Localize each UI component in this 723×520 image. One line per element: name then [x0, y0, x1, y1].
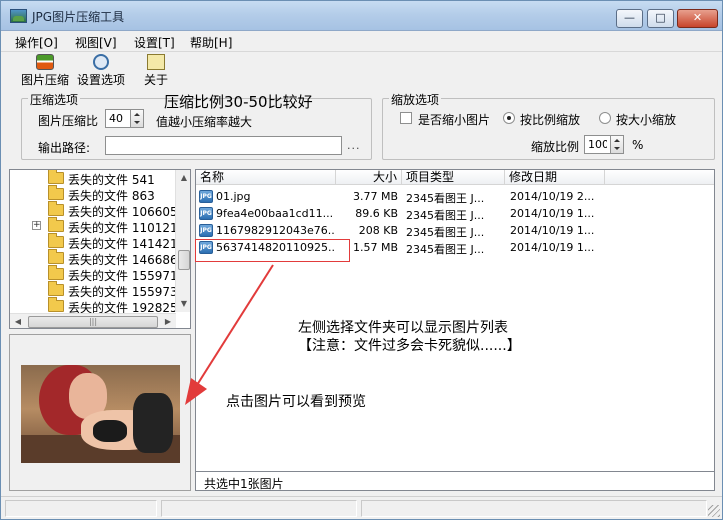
scroll-left-icon[interactable]: ◀	[10, 314, 26, 328]
menu-operate[interactable]: 操作[O]	[15, 34, 58, 51]
status-bar	[1, 496, 722, 519]
tree-item[interactable]: + 丢失的文件 110121	[10, 217, 178, 235]
annotation-preview-note: 点击图片可以看到预览	[226, 394, 366, 410]
folder-icon	[48, 185, 64, 200]
file-row[interactable]: JPG 9fea4e00baa1cd11... 89.6 KB 2345看图王 …	[196, 205, 714, 222]
minimize-button[interactable]: —	[616, 9, 643, 28]
jpg-file-icon: JPG	[199, 207, 213, 220]
compress-tool-label: 图片压缩	[21, 73, 70, 87]
scale-unit: %	[632, 138, 644, 152]
status-cell-3	[361, 500, 707, 517]
close-button[interactable]: ✕	[677, 9, 718, 28]
tree-item[interactable]: 丢失的文件 192825	[10, 297, 178, 315]
ratio-hint: 值越小压缩率越大	[156, 115, 253, 129]
preview-panel	[9, 334, 191, 491]
preview-image[interactable]	[21, 365, 180, 463]
shrink-image-label: 是否缩小图片	[418, 113, 491, 127]
scale-ratio-label: 缩放比例	[531, 140, 580, 154]
selection-highlight-box	[195, 239, 350, 262]
tree-item[interactable]: 丢失的文件 141421	[10, 233, 178, 251]
menu-view[interactable]: 视图[V]	[75, 34, 117, 51]
scale-ratio-spinner[interactable]	[610, 135, 624, 154]
tree-item[interactable]: 丢失的文件 106605	[10, 201, 178, 219]
column-size[interactable]: 大小	[336, 170, 402, 185]
folder-icon	[48, 281, 64, 296]
title-bar[interactable]: JPG图片压缩工具 — □ ✕	[1, 1, 722, 31]
tree-horizontal-scrollbar[interactable]: ◀ ||| ▶	[10, 313, 176, 328]
folder-icon	[48, 297, 64, 312]
app-icon	[10, 9, 27, 23]
scale-by-ratio-label: 按比例缩放	[520, 113, 581, 127]
scroll-thumb[interactable]: |||	[28, 316, 158, 328]
compress-options-title: 压缩选项	[28, 91, 81, 108]
toolbar: 图片压缩 设置选项 关于	[1, 51, 722, 89]
scroll-down-icon[interactable]: ▼	[176, 296, 190, 312]
status-cell-2	[161, 500, 357, 517]
resize-grip-icon[interactable]	[708, 505, 720, 517]
selection-count: 共选中1张图片	[204, 477, 284, 491]
column-type[interactable]: 项目类型	[402, 170, 505, 185]
scale-options-title: 缩放选项	[389, 91, 442, 108]
status-cell-1	[5, 500, 157, 517]
column-name[interactable]: 名称	[196, 170, 336, 185]
magnifier-settings-icon	[93, 54, 109, 70]
file-row[interactable]: JPG 01.jpg 3.77 MB 2345看图王 J... 2014/10/…	[196, 188, 714, 205]
scale-by-ratio-radio[interactable]	[503, 112, 515, 124]
ratio-input[interactable]	[105, 109, 131, 128]
scale-by-size-label: 按大小缩放	[616, 113, 677, 127]
tree-item[interactable]: 丢失的文件 146686	[10, 249, 178, 267]
compress-icon	[36, 54, 54, 70]
menu-settings[interactable]: 设置[T]	[134, 34, 175, 51]
scroll-up-icon[interactable]: ▲	[176, 170, 190, 186]
maximize-button[interactable]: □	[647, 9, 674, 28]
about-icon	[147, 54, 165, 70]
expand-plus-icon[interactable]: +	[32, 221, 41, 230]
window-title: JPG图片压缩工具	[32, 10, 125, 24]
compress-tool-button[interactable]: 图片压缩	[21, 54, 69, 88]
output-path-input[interactable]	[105, 136, 342, 155]
ratio-label: 图片压缩比	[38, 114, 99, 128]
about-tool-label: 关于	[144, 73, 169, 87]
annotation-list-note: 左侧选择文件夹可以显示图片列表	[298, 320, 508, 336]
ratio-spinner[interactable]	[130, 109, 144, 128]
tree-item[interactable]: 丢失的文件 155971	[10, 265, 178, 283]
file-row[interactable]: JPG 1167982912043e76... 208 KB 2345看图王 J…	[196, 222, 714, 239]
output-path-label: 输出路径:	[38, 141, 91, 155]
jpg-file-icon: JPG	[199, 190, 213, 203]
scale-by-size-radio[interactable]	[599, 112, 611, 124]
scale-ratio-input[interactable]	[584, 135, 611, 154]
list-status-bar: 共选中1张图片	[195, 471, 715, 491]
about-tool-button[interactable]: 关于	[144, 54, 168, 88]
menu-bar: 操作[O] 视图[V] 设置[T] 帮助[H]	[1, 32, 722, 50]
annotation-warning-note: 【注意：文件过多会卡死貌似......】	[298, 338, 521, 354]
folder-icon	[48, 170, 64, 184]
tree-item[interactable]: 丢失的文件 155973	[10, 281, 178, 299]
tree-vertical-scrollbar[interactable]: ▲ ▼	[175, 170, 190, 312]
shrink-image-checkbox[interactable]	[400, 112, 412, 124]
jpg-file-icon: JPG	[199, 224, 213, 237]
folder-icon	[48, 249, 64, 264]
menu-help[interactable]: 帮助[H]	[190, 34, 232, 51]
folder-icon	[48, 201, 64, 216]
compress-ratio-tip: 压缩比例30-50比较好	[164, 93, 313, 111]
folder-icon	[48, 233, 64, 248]
settings-tool-button[interactable]: 设置选项	[77, 54, 125, 88]
scroll-thumb[interactable]	[178, 250, 190, 270]
tree-item[interactable]: 丢失的文件 541	[10, 170, 176, 187]
file-list-header: 名称 大小 项目类型 修改日期	[196, 170, 714, 185]
tree-item[interactable]: 丢失的文件 863	[10, 185, 176, 203]
scroll-right-icon[interactable]: ▶	[160, 314, 176, 328]
folder-tree[interactable]: 丢失的文件 541 丢失的文件 863 丢失的文件 106605 + 丢失的文件…	[9, 169, 191, 329]
browse-button[interactable]: ...	[347, 139, 361, 152]
settings-tool-label: 设置选项	[77, 73, 126, 87]
folder-icon	[48, 217, 64, 232]
folder-icon	[48, 265, 64, 280]
column-modified[interactable]: 修改日期	[505, 170, 605, 185]
app-window: JPG图片压缩工具 — □ ✕ 操作[O] 视图[V] 设置[T] 帮助[H] …	[0, 0, 723, 520]
